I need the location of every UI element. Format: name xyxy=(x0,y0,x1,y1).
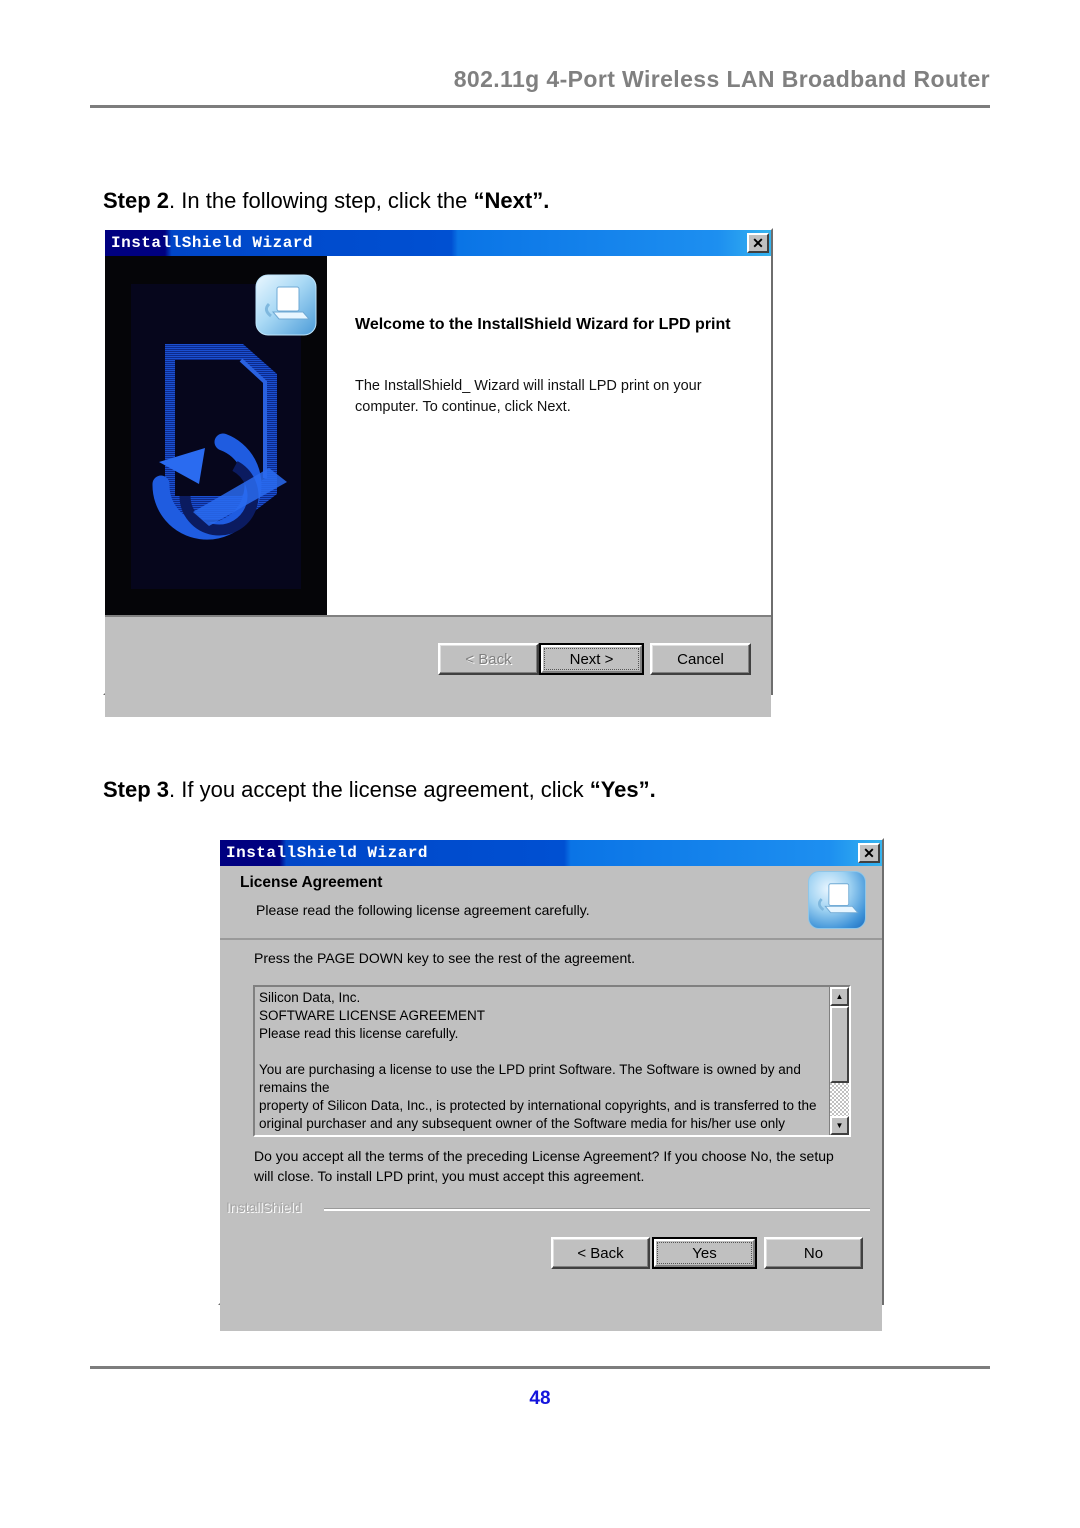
license-text-box[interactable]: Silicon Data, Inc. SOFTWARE LICENSE AGRE… xyxy=(253,985,851,1137)
step-3-emphasis: “Yes”. xyxy=(589,777,656,802)
accept-terms-question: Do you accept all the terms of the prece… xyxy=(254,1148,834,1185)
step-3-text: . If you accept the license agreement, c… xyxy=(169,777,590,802)
step-2-emphasis: “Next”. xyxy=(473,188,550,213)
license-button-bar: < Back Yes No xyxy=(220,1227,882,1331)
scroll-down-icon[interactable]: ▼ xyxy=(830,1116,849,1135)
license-heading: License Agreement xyxy=(240,874,383,891)
page-title: 802.11g 4-Port Wireless LAN Broadband Ro… xyxy=(453,66,990,92)
footer-divider xyxy=(90,1366,990,1369)
installshield-license-dialog: InstallShield Wizard ✕ License Agreement… xyxy=(218,838,884,1331)
back-button[interactable]: < Back xyxy=(438,643,539,675)
printer-app-icon xyxy=(255,274,317,336)
license-body: Press the PAGE DOWN key to see the rest … xyxy=(220,940,882,1227)
license-dialog-titlebar[interactable]: InstallShield Wizard ✕ xyxy=(220,840,882,866)
dialog-body: Welcome to the InstallShield Wizard for … xyxy=(105,256,771,617)
yes-button-label: Yes xyxy=(654,1239,755,1267)
step-3-label: Step 3 xyxy=(103,777,170,802)
dialog-titlebar[interactable]: InstallShield Wizard ✕ xyxy=(105,230,771,256)
back-button[interactable]: < Back xyxy=(551,1237,650,1269)
step-3-heading: Step 3. If you accept the license agreem… xyxy=(103,777,656,803)
welcome-body-text: The InstallShield_ Wizard will install L… xyxy=(355,378,702,416)
printer-app-icon xyxy=(808,871,866,929)
installshield-welcome-dialog: InstallShield Wizard ✕ Welcome to the In… xyxy=(103,228,773,717)
no-button[interactable]: No xyxy=(764,1237,863,1269)
close-icon[interactable]: ✕ xyxy=(747,233,769,253)
step-2-text: . In the following step, click the xyxy=(169,188,474,213)
next-button-label: Next > xyxy=(541,645,642,673)
close-icon[interactable]: ✕ xyxy=(858,843,880,863)
step-2-label: Step 2 xyxy=(103,188,170,213)
welcome-pane: Welcome to the InstallShield Wizard for … xyxy=(327,256,771,615)
printer-glyph-icon xyxy=(818,883,859,914)
dialog-title: InstallShield Wizard xyxy=(111,234,314,252)
footer-divider xyxy=(324,1208,870,1211)
scrollbar-thumb[interactable] xyxy=(830,1006,849,1083)
header-divider xyxy=(90,105,990,108)
page-header: 802.11g 4-Port Wireless LAN Broadband Ro… xyxy=(90,66,990,93)
license-dialog-title: InstallShield Wizard xyxy=(226,844,429,862)
welcome-heading: Welcome to the InstallShield Wizard for … xyxy=(355,316,731,333)
installshield-watermark: InstallShield xyxy=(226,1199,302,1215)
license-subheading: Please read the following license agreem… xyxy=(256,902,590,918)
page-number: 48 xyxy=(529,1388,551,1409)
license-scrollbar[interactable]: ▲ ▼ xyxy=(829,987,849,1135)
license-header: License Agreement Please read the follow… xyxy=(220,866,882,940)
page-down-prompt: Press the PAGE DOWN key to see the rest … xyxy=(254,950,636,966)
next-button[interactable]: Next > xyxy=(539,643,644,675)
yes-button[interactable]: Yes xyxy=(652,1237,757,1269)
cancel-button[interactable]: Cancel xyxy=(650,643,751,675)
scroll-up-icon[interactable]: ▲ xyxy=(830,987,849,1006)
license-agreement-text: Silicon Data, Inc. SOFTWARE LICENSE AGRE… xyxy=(259,990,817,1135)
step-2-heading: Step 2. In the following step, click the… xyxy=(103,188,549,214)
installshield-banner xyxy=(105,256,327,615)
dialog-button-bar: < Back Next > Cancel xyxy=(105,617,771,717)
